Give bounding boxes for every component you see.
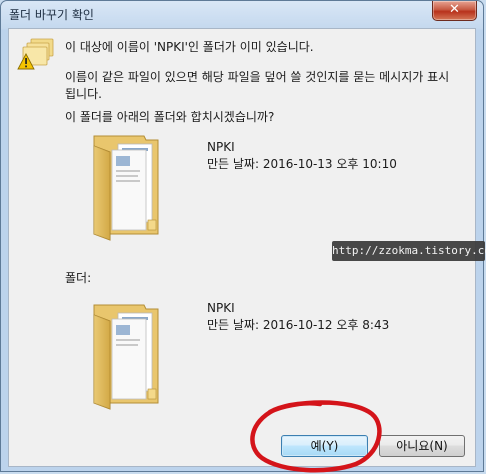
title-bar[interactable]: 폴더 바꾸기 확인 ✕ bbox=[1, 1, 483, 27]
yes-button[interactable]: 예(Y) bbox=[281, 435, 368, 457]
source-folder-date: 만든 날짜: 2016-10-13 오후 10:10 bbox=[207, 157, 397, 171]
window-title: 폴더 바꾸기 확인 bbox=[9, 8, 94, 22]
source-folder-name: NPKI bbox=[207, 140, 235, 154]
message-line-exists: 이 대상에 이름이 'NPKI'인 폴더가 이미 있습니다. bbox=[65, 40, 314, 54]
message-line-merge-question: 이 폴더를 아래의 폴더와 합치시겠습니까? bbox=[65, 110, 275, 124]
watermark-url: http://zzokma.tistory.com bbox=[332, 241, 486, 261]
dest-folder-icon[interactable] bbox=[84, 301, 164, 411]
source-folder-icon[interactable] bbox=[84, 132, 164, 242]
source-folder-info[interactable]: NPKI 만든 날짜: 2016-10-13 오후 10:10 bbox=[207, 139, 397, 173]
message-line-overwrite: 이름이 같은 파일이 있으면 해당 파일을 덮어 쓸 것인지를 묻는 메시지가 … bbox=[65, 70, 450, 101]
dest-folder-date: 만든 날짜: 2016-10-12 오후 8:43 bbox=[207, 318, 390, 332]
dialog-content: 이 대상에 이름이 'NPKI'인 폴더가 이미 있습니다. 이름이 같은 파일… bbox=[8, 28, 486, 467]
dest-folder-name: NPKI bbox=[207, 301, 235, 315]
no-button[interactable]: 아니요(N) bbox=[379, 435, 465, 457]
dest-folder-label: 폴더: bbox=[65, 271, 92, 285]
close-button[interactable]: ✕ bbox=[432, 1, 477, 21]
close-icon: ✕ bbox=[449, 2, 460, 17]
warning-folder-icon bbox=[17, 38, 54, 70]
dialog-window: 폴더 바꾸기 확인 ✕ 이 대상에 이름이 'NPKI'인 폴더가 이미 있습니… bbox=[0, 0, 486, 472]
dest-folder-info[interactable]: NPKI 만든 날짜: 2016-10-12 오후 8:43 bbox=[207, 300, 389, 334]
